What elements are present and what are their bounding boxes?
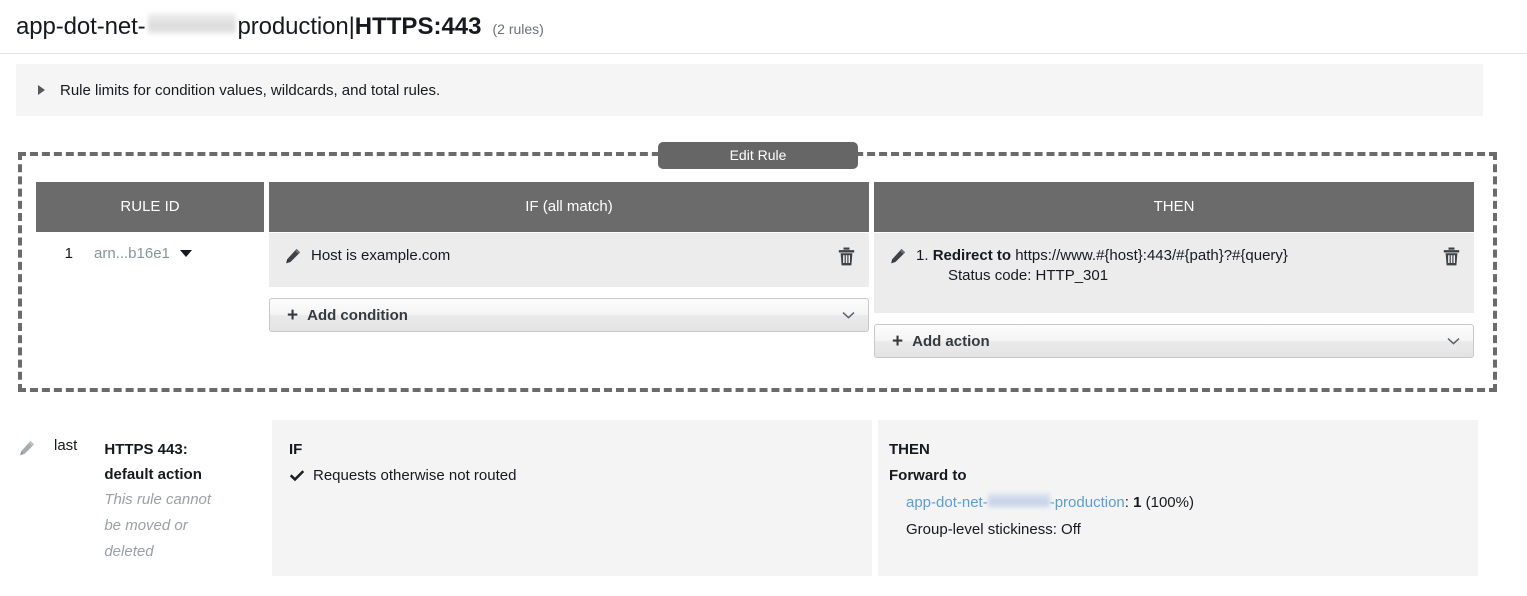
redacted-name-block — [147, 12, 236, 34]
default-rule-note-line3: deleted — [104, 543, 154, 560]
default-rule-title-line1: HTTPS 443: — [104, 441, 188, 458]
plus-icon: + — [892, 330, 904, 352]
default-if-condition: Requests otherwise not routed — [289, 463, 872, 489]
rule-number: 1 — [64, 245, 73, 262]
default-rule-title-line2: default action — [104, 466, 202, 483]
action-value: https://www.#{host}:443/#{path}?#{query} — [1015, 247, 1288, 264]
action-item: 1. Redirect to https://www.#{host}:443/#… — [874, 246, 1474, 287]
pencil-icon[interactable] — [285, 248, 301, 264]
condition-list: Host is example.com — [269, 233, 869, 287]
edit-rule-button[interactable]: Edit Rule — [658, 142, 858, 169]
trash-icon[interactable] — [838, 247, 855, 266]
default-then-heading: THEN — [889, 441, 930, 458]
target-group-prefix: app-dot-net- — [906, 494, 988, 511]
page-title-protocol-port: HTTPS:443 — [354, 12, 482, 40]
then-column: 1. Redirect to https://www.#{host}:443/#… — [874, 233, 1474, 358]
default-rule-row: last HTTPS 443: default action This rule… — [16, 420, 1479, 576]
rule-arn-dropdown[interactable]: arn...b16e1 — [94, 245, 192, 262]
add-condition-button[interactable]: + Add condition — [269, 298, 869, 332]
default-rule-then-cell: THEN Forward to app-dot-net- -production:… — [878, 420, 1478, 576]
condition-text-wrap: Host is example.com — [301, 246, 838, 265]
action-list: 1. Redirect to https://www.#{host}:443/#… — [874, 233, 1474, 313]
default-rule-position: last — [54, 437, 78, 454]
condition-text: Host is example.com — [311, 246, 838, 265]
add-action-button[interactable]: + Add action — [874, 324, 1474, 358]
rule-arn-label: arn...b16e1 — [94, 245, 170, 262]
column-header-rule-id: RULE ID — [36, 182, 264, 232]
condition-item: Host is example.com — [269, 246, 869, 266]
add-action-label: Add action — [912, 332, 990, 350]
rule-id-cell: 1 arn...b16e1 — [36, 233, 264, 358]
action-index: 1. — [916, 247, 929, 264]
rule-table: RULE ID IF (all match) THEN 1 arn...b16e… — [36, 182, 1478, 358]
disclosure-triangle-icon[interactable] — [38, 85, 45, 95]
group-stickiness: Group-level stickiness: Off — [906, 521, 1081, 538]
column-header-then: THEN — [874, 182, 1474, 232]
chevron-down-icon[interactable] — [1447, 337, 1460, 345]
default-then-action: Forward to — [889, 467, 967, 484]
action-text: 1. Redirect to https://www.#{host}:443/#… — [916, 246, 1443, 265]
default-rule-note-line1: This rule cannot — [104, 491, 212, 508]
default-if-condition-text: Requests otherwise not routed — [313, 467, 517, 484]
trash-icon[interactable] — [1443, 247, 1460, 266]
page-title: app-dot-net- production | HTTPS:443 (2 r… — [0, 12, 544, 41]
default-rule-id-cell: last HTTPS 443: default action This rule… — [16, 420, 272, 576]
table-row: 1 arn...b16e1 Host is example.com + Add … — [36, 233, 1478, 358]
action-label: Redirect to — [932, 247, 1012, 264]
target-colon: : — [1124, 494, 1129, 511]
chevron-down-icon[interactable] — [842, 311, 855, 319]
check-icon — [289, 470, 305, 482]
rule-limits-expander[interactable]: Rule limits for condition values, wildca… — [16, 64, 1483, 116]
page-title-suffix: production — [237, 12, 349, 40]
page-header: app-dot-net- production | HTTPS:443 (2 r… — [0, 0, 1527, 54]
default-if-heading: IF — [289, 441, 303, 458]
action-detail: Status code: HTTP_301 — [948, 267, 1109, 284]
rule-limits-label: Rule limits for condition values, wildca… — [60, 81, 441, 99]
rules-count: (2 rules) — [492, 20, 544, 37]
condition-label: Host is — [311, 247, 357, 264]
default-then-target: app-dot-net- -production: 1 (100%) — [889, 489, 1478, 516]
default-rule-if-cell: IF Requests otherwise not routed — [272, 420, 872, 576]
pencil-icon[interactable] — [890, 248, 906, 264]
condition-value: example.com — [361, 247, 451, 264]
target-group-link[interactable]: app-dot-net- -production — [906, 493, 1125, 511]
add-condition-label: Add condition — [307, 306, 408, 324]
page-title-prefix: app-dot-net- — [16, 12, 146, 40]
default-rule-note-line2: be moved or — [104, 517, 188, 534]
default-rule-title-wrap: HTTPS 443: default action This rule cann… — [104, 437, 240, 565]
redacted-target-block — [987, 493, 1050, 508]
plus-icon: + — [287, 304, 299, 326]
chevron-down-icon[interactable] — [179, 250, 192, 257]
column-header-if: IF (all match) — [269, 182, 869, 232]
pencil-icon — [20, 440, 35, 456]
target-weight: 1 — [1133, 494, 1142, 511]
target-percent: (100%) — [1145, 494, 1194, 511]
target-group-suffix: -production — [1049, 494, 1125, 511]
if-column: Host is example.com + Add condition — [269, 233, 869, 358]
action-text-wrap: 1. Redirect to https://www.#{host}:443/#… — [906, 246, 1443, 287]
rule-table-header-row: RULE ID IF (all match) THEN — [36, 182, 1478, 232]
